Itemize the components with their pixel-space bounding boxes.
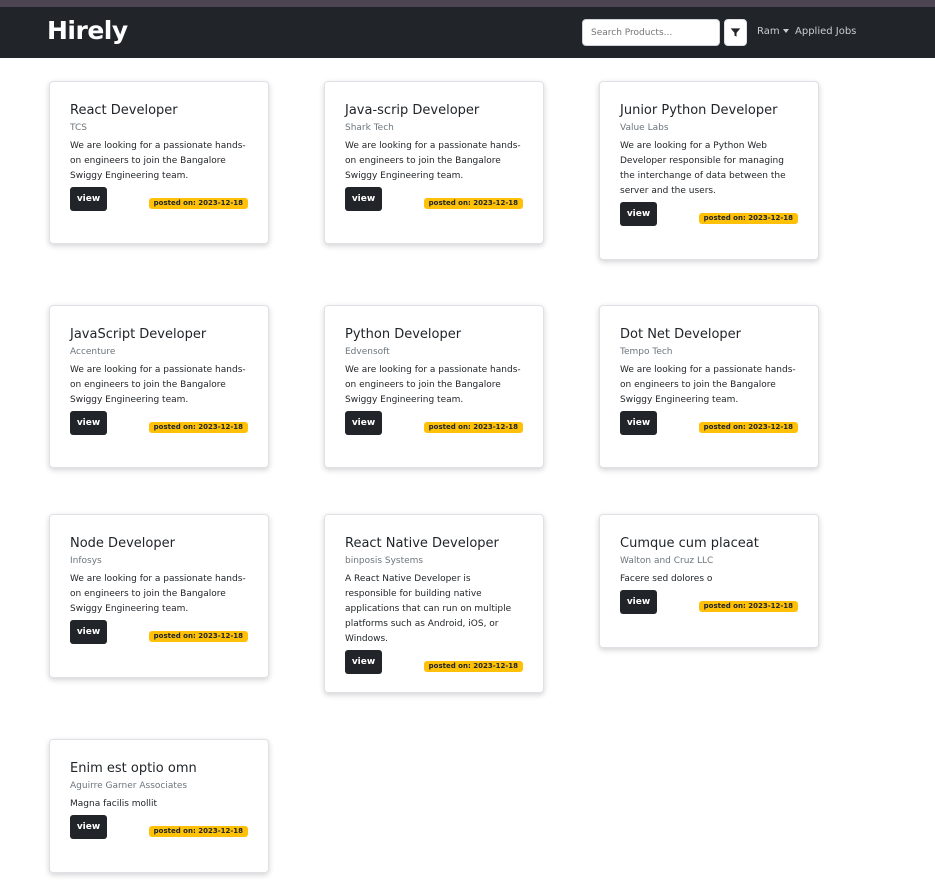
job-company: Walton and Cruz LLC [620,556,714,566]
posted-date-badge: posted on: 2023-12-18 [698,601,798,612]
job-company: Edvensoft [345,347,390,357]
brand-logo[interactable]: Hirely [47,16,128,45]
window-top-strip [0,0,935,7]
job-title: Node Developer [70,536,175,551]
posted-date-badge: posted on: 2023-12-18 [423,198,523,209]
posted-date-badge: posted on: 2023-12-18 [148,422,248,433]
job-title: React Native Developer [345,536,499,551]
job-company: Tempo Tech [620,347,673,357]
card-footer: view posted on: 2023-12-18 [345,187,523,211]
card-footer: view posted on: 2023-12-18 [620,590,798,614]
job-description: We are looking for a passionate hands-on… [70,141,246,181]
job-card: Junior Python Developer Value Labs We ar… [599,81,819,260]
view-button[interactable]: view [70,620,107,644]
posted-date-badge: posted on: 2023-12-18 [698,422,798,433]
job-card: Java-scrip Developer Shark Tech We are l… [324,81,544,244]
card-footer: view posted on: 2023-12-18 [620,202,798,226]
user-name: Ram [757,26,780,37]
posted-date-badge: posted on: 2023-12-18 [698,213,798,224]
job-card: Cumque cum placeat Walton and Cruz LLC F… [599,514,819,648]
job-description: We are looking for a passionate hands-on… [345,141,521,181]
view-button[interactable]: view [620,590,657,614]
card-footer: view posted on: 2023-12-18 [70,187,248,211]
user-dropdown[interactable]: Ram [757,26,789,37]
filter-button[interactable] [724,19,747,46]
job-title: Java-scrip Developer [345,103,480,118]
view-button[interactable]: view [345,650,382,674]
card-footer: view posted on: 2023-12-18 [345,650,523,674]
job-title: React Developer [70,103,178,118]
job-company: TCS [70,123,87,133]
job-description: Magna facilis mollit [70,799,158,809]
job-title: Cumque cum placeat [620,536,759,551]
job-card: Enim est optio omn Aguirre Garner Associ… [49,739,269,873]
card-footer: view posted on: 2023-12-18 [70,620,248,644]
job-title: Enim est optio omn [70,761,197,776]
search-input[interactable] [582,19,720,46]
job-description: We are looking for a passionate hands-on… [70,574,246,614]
navbar: Hirely Ram Applied Jobs [0,7,935,58]
card-footer: view posted on: 2023-12-18 [70,411,248,435]
posted-date-badge: posted on: 2023-12-18 [148,631,248,642]
job-card: Python Developer Edvensoft We are lookin… [324,305,544,468]
job-card: React Developer TCS We are looking for a… [49,81,269,244]
applied-jobs-link[interactable]: Applied Jobs [795,26,856,37]
job-company: Value Labs [620,123,669,133]
view-button[interactable]: view [620,411,657,435]
job-company: Accenture [70,347,116,357]
job-description: We are looking for a Python Web Develope… [620,141,786,196]
job-company: Infosys [70,556,102,566]
filter-icon [730,28,741,37]
card-footer: view posted on: 2023-12-18 [345,411,523,435]
posted-date-badge: posted on: 2023-12-18 [148,198,248,209]
card-footer: view posted on: 2023-12-18 [70,815,248,839]
posted-date-badge: posted on: 2023-12-18 [423,422,523,433]
view-button[interactable]: view [345,411,382,435]
job-card: Node Developer Infosys We are looking fo… [49,514,269,678]
view-button[interactable]: view [70,187,107,211]
job-card: JavaScript Developer Accenture We are lo… [49,305,269,468]
job-company: Shark Tech [345,123,394,133]
job-company: Aguirre Garner Associates [70,781,188,791]
job-description: We are looking for a passionate hands-on… [70,365,246,405]
chevron-down-icon [782,29,789,33]
job-title: JavaScript Developer [70,327,207,342]
job-description: Facere sed dolores o [620,574,713,584]
view-button[interactable]: view [70,815,107,839]
job-title: Python Developer [345,327,462,342]
posted-date-badge: posted on: 2023-12-18 [148,826,248,837]
view-button[interactable]: view [345,187,382,211]
job-title: Dot Net Developer [620,327,742,342]
job-description: We are looking for a passionate hands-on… [345,365,521,405]
job-card: Dot Net Developer Tempo Tech We are look… [599,305,819,468]
view-button[interactable]: view [620,202,657,226]
job-title: Junior Python Developer [620,103,778,118]
view-button[interactable]: view [70,411,107,435]
posted-date-badge: posted on: 2023-12-18 [423,661,523,672]
job-description: We are looking for a passionate hands-on… [620,365,796,405]
job-company: binposis Systems [345,556,424,566]
job-card: React Native Developer binposis Systems … [324,514,544,693]
job-description: A React Native Developer is responsible … [345,574,512,644]
card-footer: view posted on: 2023-12-18 [620,411,798,435]
